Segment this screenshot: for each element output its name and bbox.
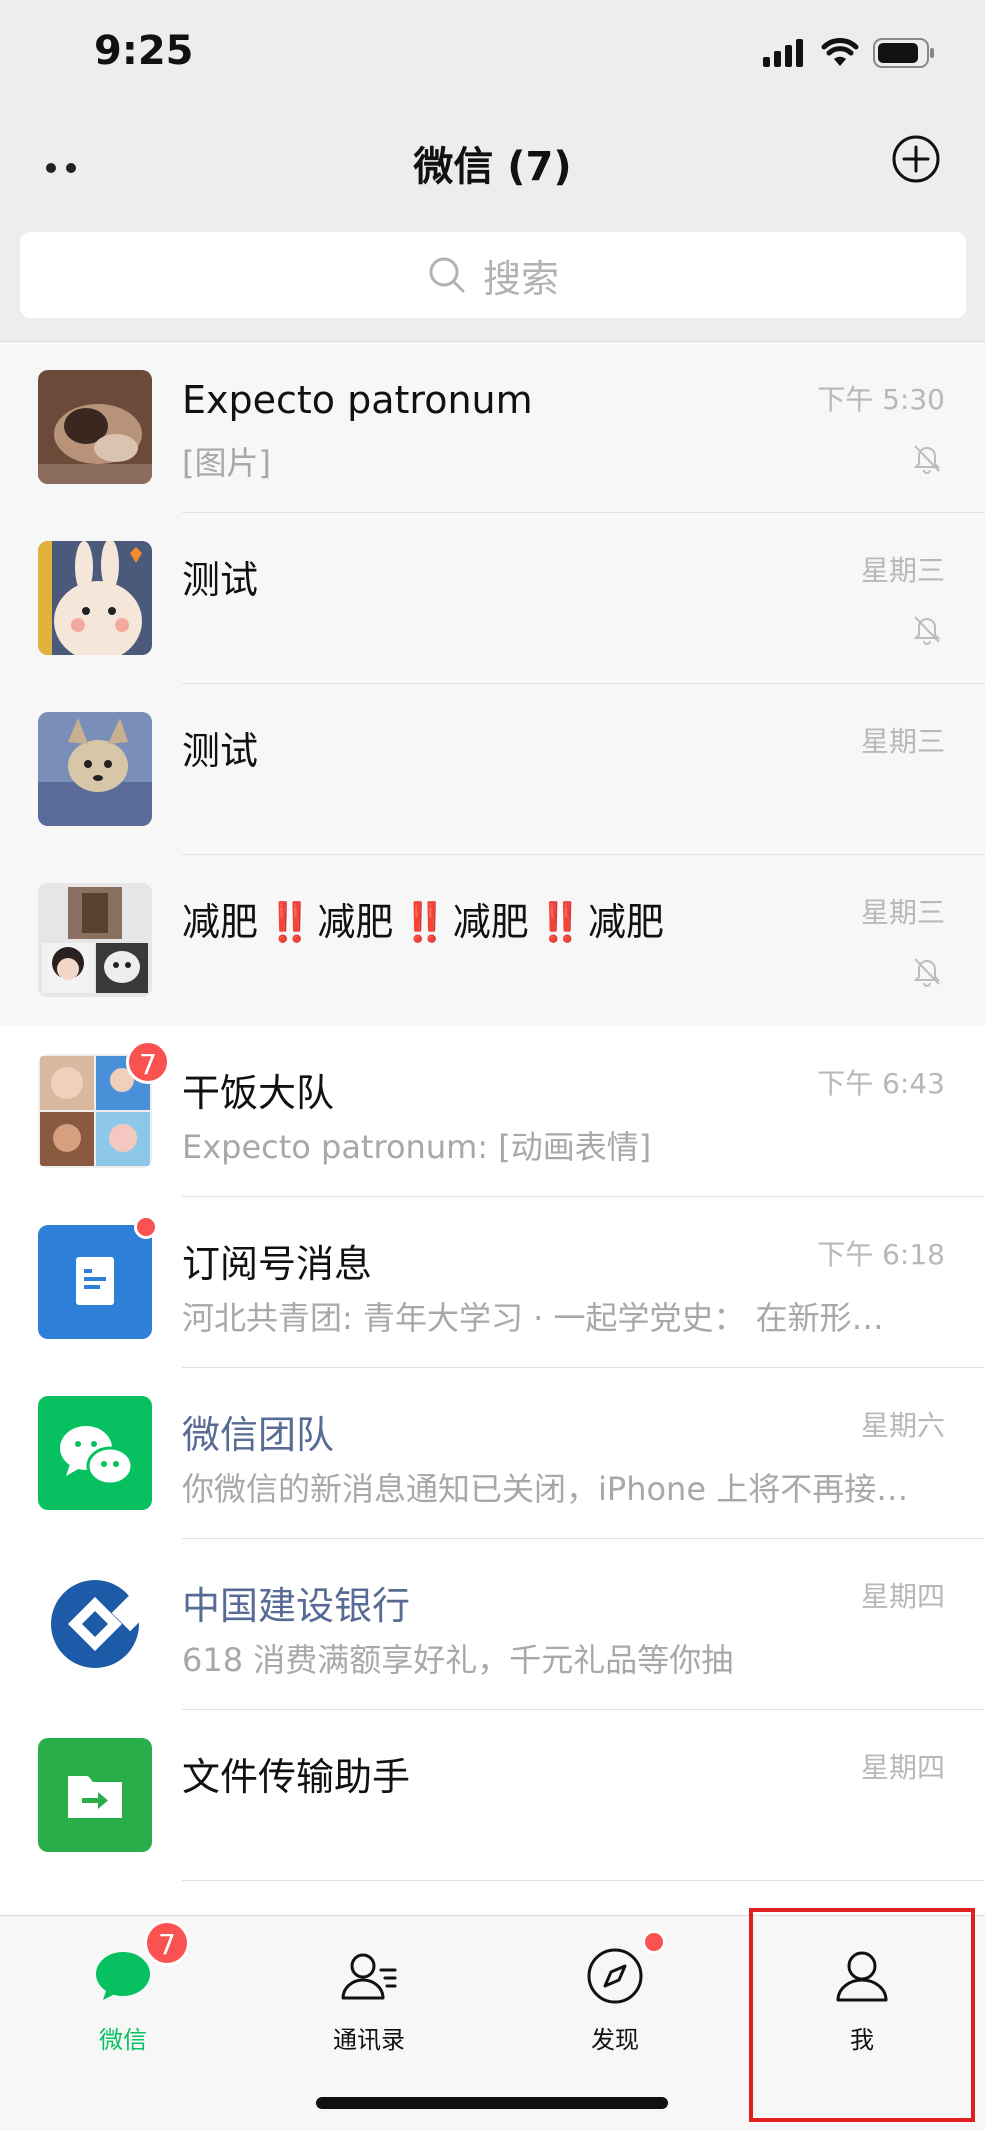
- chat-time: 下午 6:18: [817, 1238, 945, 1271]
- chat-time: 星期四: [860, 1580, 945, 1613]
- tab-unread-dot: [642, 1930, 666, 1954]
- avatar: [38, 541, 152, 655]
- chat-time: 下午 5:30: [817, 383, 945, 416]
- chat-item[interactable]: 减肥 ‼️ 减肥 ‼️ 减肥 ‼️ 减肥 星期三: [0, 855, 985, 1026]
- chat-item[interactable]: Expecto patronum [图片] 下午 5:30: [0, 342, 985, 513]
- compass-icon: [587, 1948, 643, 2004]
- avatar: [38, 1567, 152, 1681]
- status-time: 9:25: [94, 28, 194, 74]
- unread-badge: 7: [126, 1040, 170, 1084]
- search-icon: [429, 257, 465, 293]
- avatar: [38, 1225, 152, 1339]
- double-exclamation-icon: ‼️: [401, 900, 448, 944]
- tab-label: 微信: [99, 2026, 147, 2054]
- status-icons: [763, 36, 935, 70]
- chat-name: 微信团队: [182, 1413, 335, 1457]
- add-circle-icon[interactable]: [891, 134, 941, 184]
- chat-item[interactable]: 订阅号消息 河北共青团: 青年大学习 · 一起学党史： 在新形… 下午 6:18: [0, 1197, 985, 1368]
- tab-discover[interactable]: 发现: [492, 1916, 738, 2076]
- chat-name: 订阅号消息: [182, 1242, 373, 1286]
- chat-time: 星期三: [860, 896, 945, 929]
- chat-name: 中国建设银行: [182, 1584, 411, 1628]
- unread-dot: [134, 1215, 158, 1239]
- chat-preview: 河北共青团: 青年大学习 · 一起学党史： 在新形…: [182, 1299, 884, 1337]
- chat-time: 下午 6:43: [817, 1067, 945, 1100]
- tab-label: 发现: [591, 2026, 639, 2054]
- chat-preview: Expecto patronum: [动画表情]: [182, 1128, 652, 1166]
- chat-time: 星期六: [860, 1409, 945, 1442]
- double-exclamation-icon: ‼️: [266, 900, 313, 944]
- avatar: [38, 1396, 152, 1510]
- chat-name: 测试: [182, 558, 259, 602]
- chat-preview: [图片]: [182, 444, 271, 482]
- avatar: [38, 883, 152, 997]
- signal-icon: [763, 39, 803, 67]
- mute-bell-icon: [913, 616, 941, 645]
- chat-time: 星期三: [860, 554, 945, 587]
- chat-bubble-icon: [96, 1952, 150, 2000]
- chat-name: 测试: [182, 729, 259, 773]
- chat-time: 星期三: [860, 725, 945, 758]
- avatar: [38, 370, 152, 484]
- home-indicator: [316, 2097, 668, 2109]
- tab-unread-badge: 7: [144, 1920, 190, 1966]
- chat-item[interactable]: 测试 星期三: [0, 513, 985, 684]
- nav-bar: 微信 (7): [0, 110, 985, 228]
- search-placeholder: 搜索: [482, 256, 559, 301]
- mute-bell-icon: [913, 445, 941, 474]
- double-exclamation-icon: ‼️: [536, 900, 584, 944]
- chat-item[interactable]: 文件传输助手 星期四: [0, 1710, 985, 1881]
- chat-item[interactable]: 微信团队 你微信的新消息通知已关闭，iPhone 上将不再接… 星期六: [0, 1368, 985, 1539]
- wifi-icon: [821, 38, 859, 66]
- avatar: [38, 712, 152, 826]
- chat-name: 干饭大队: [182, 1071, 335, 1115]
- chat-name: 文件传输助手: [182, 1755, 411, 1799]
- avatar: [38, 1738, 152, 1852]
- chat-name: Expecto patronum: [182, 378, 533, 422]
- status-bar: 9:25: [0, 0, 985, 110]
- search-input[interactable]: 搜索: [20, 232, 966, 318]
- contacts-icon: [341, 1953, 397, 2000]
- battery-icon: [873, 38, 934, 68]
- search-bar: 搜索: [0, 228, 985, 342]
- tab-contacts[interactable]: 通讯录: [246, 1916, 492, 2076]
- tab-chats[interactable]: 7 微信: [0, 1916, 246, 2076]
- page-title: 微信 (7): [413, 144, 572, 190]
- chat-time: 星期四: [860, 1751, 945, 1784]
- chat-preview: 618 消费满额享好礼，千元礼品等你抽: [182, 1641, 734, 1679]
- chat-name: 减肥 ‼️ 减肥 ‼️ 减肥 ‼️ 减肥: [182, 900, 665, 944]
- tab-label: 通讯录: [333, 2026, 405, 2054]
- chat-preview: 你微信的新消息通知已关闭，iPhone 上将不再接…: [182, 1470, 909, 1508]
- chat-list: Expecto patronum [图片] 下午 5:30 测试 星期三 测试 …: [0, 342, 985, 1881]
- chat-item[interactable]: 7 干饭大队 Expecto patronum: [动画表情] 下午 6:43: [0, 1026, 985, 1197]
- mute-bell-icon: [913, 958, 941, 987]
- highlight-box: [749, 1908, 975, 2122]
- chat-item[interactable]: 测试 星期三: [0, 684, 985, 855]
- chat-item[interactable]: 中国建设银行 618 消费满额享好礼，千元礼品等你抽 星期四: [0, 1539, 985, 1710]
